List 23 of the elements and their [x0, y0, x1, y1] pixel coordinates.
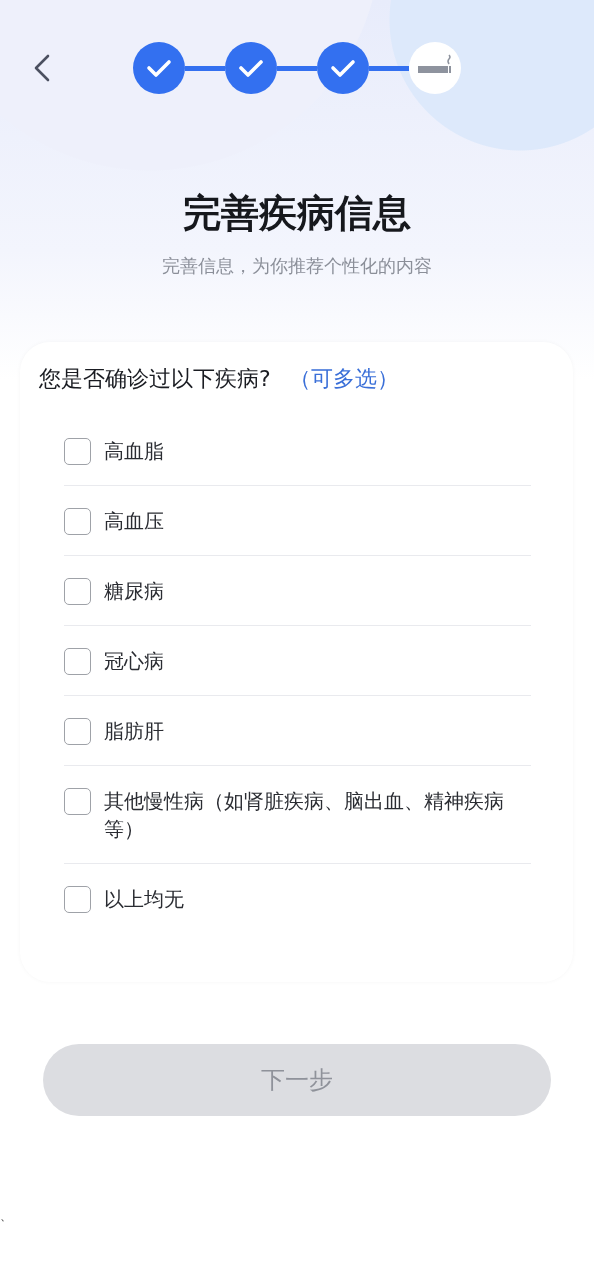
checkbox[interactable]	[64, 718, 91, 745]
option-label[interactable]: 糖尿病	[104, 577, 164, 605]
multi-select-hint: （可多选）	[288, 365, 399, 393]
step-connector	[369, 65, 409, 71]
question-text: 您是否确诊过以下疾病?	[39, 365, 271, 393]
option-label[interactable]: 高血压	[104, 507, 164, 535]
option-label[interactable]: 以上均无	[104, 885, 184, 913]
option-label[interactable]: 脂肪肝	[104, 717, 164, 745]
step-connector	[185, 65, 225, 71]
checkbox[interactable]	[64, 578, 91, 605]
page-title: 完善疾病信息	[182, 194, 412, 232]
page-subtitle: 完善信息，为你推荐个性化的内容	[161, 254, 433, 278]
checkbox[interactable]	[64, 508, 91, 535]
checkbox[interactable]	[64, 788, 91, 815]
stray-mark: 、	[0, 1208, 12, 1225]
checkbox[interactable]	[64, 886, 91, 913]
option-label[interactable]: 冠心病	[104, 647, 164, 675]
checkbox[interactable]	[64, 648, 91, 675]
step-connector	[277, 65, 317, 71]
back-icon[interactable]	[33, 54, 51, 82]
checkbox[interactable]	[64, 438, 91, 465]
option-label[interactable]: 高血脂	[104, 437, 164, 465]
option-label[interactable]: 其他慢性病（如肾脏疾病、脑出血、精神疾病等）	[104, 787, 531, 843]
